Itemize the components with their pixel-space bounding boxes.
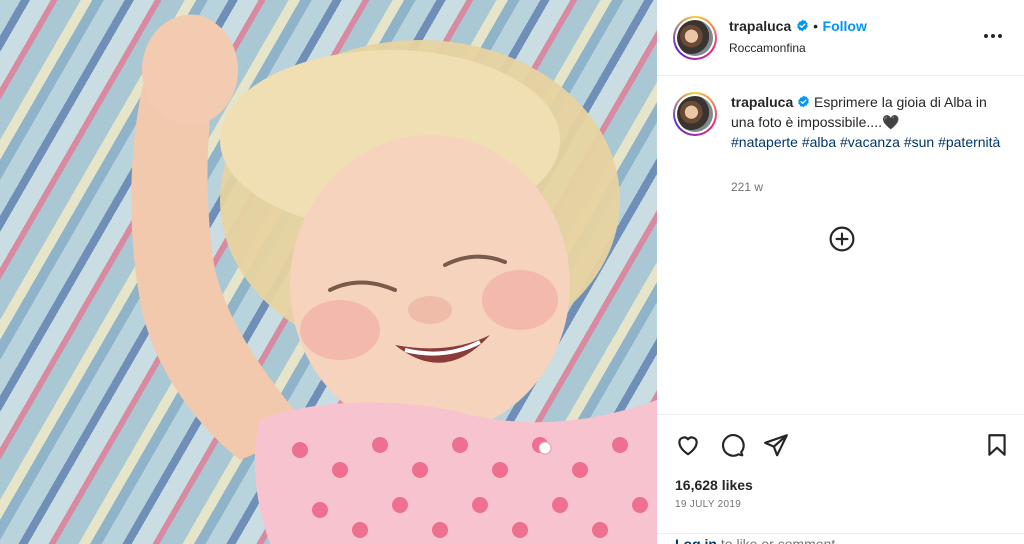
post-location[interactable]: Roccamonfina [729, 41, 806, 55]
post-photo[interactable] [0, 0, 657, 544]
caption-username[interactable]: trapaluca [731, 94, 793, 110]
more-options-icon[interactable] [982, 28, 1004, 44]
hashtag-link[interactable]: #alba [802, 134, 836, 150]
plus-circle-icon[interactable] [829, 226, 855, 252]
caption-text: trapaluca Esprimere la gioia di Alba in … [731, 92, 1001, 152]
comment-icon[interactable] [719, 432, 745, 458]
caption-time-ago[interactable]: 221 w [731, 180, 763, 194]
separator-dot: • [813, 18, 819, 34]
bookmark-icon[interactable] [984, 432, 1010, 458]
post-actions: 16,628 likes 19 JULY 2019 Log in to like… [657, 414, 1024, 544]
hashtag-link[interactable]: #sun [904, 134, 934, 150]
post-header: trapaluca • Follow Roccamonfina [657, 0, 1024, 76]
likes-count[interactable]: 16,628 likes [675, 477, 753, 493]
post-side-panel: trapaluca • Follow Roccamonfina trapaluc… [657, 0, 1024, 544]
heart-icon[interactable] [675, 432, 701, 458]
share-icon[interactable] [763, 432, 789, 458]
verified-badge-icon [798, 95, 809, 108]
follow-button[interactable]: Follow [823, 18, 867, 34]
author-username[interactable]: trapaluca [729, 18, 791, 34]
post-date[interactable]: 19 JULY 2019 [675, 499, 741, 510]
author-line: trapaluca • Follow [729, 18, 867, 36]
hashtag-link[interactable]: #vacanza [840, 134, 900, 150]
author-avatar[interactable] [673, 16, 717, 60]
caption-avatar[interactable] [673, 92, 717, 136]
verified-badge-icon [796, 19, 808, 32]
photo-illustration [131, 14, 657, 544]
hashtag-link[interactable]: #nataperte [731, 134, 798, 150]
login-prompt: Log in to like or comment. [657, 533, 1024, 544]
login-link[interactable]: Log in [675, 536, 717, 544]
hashtag-link[interactable]: #paternità [938, 134, 1000, 150]
login-prompt-text: to like or comment. [717, 536, 840, 544]
